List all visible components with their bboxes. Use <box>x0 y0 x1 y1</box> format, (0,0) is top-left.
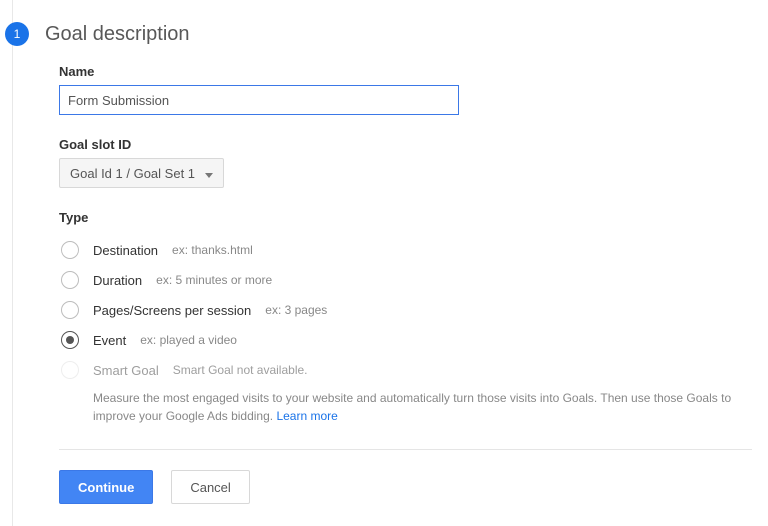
name-section: Name <box>59 64 752 115</box>
slot-selected-value: Goal Id 1 / Goal Set 1 <box>70 166 195 181</box>
option-label: Pages/Screens per session <box>93 303 251 318</box>
continue-button[interactable]: Continue <box>59 470 153 504</box>
smart-goal-desc-text: Measure the most engaged visits to your … <box>93 391 731 423</box>
radio-icon <box>61 361 79 379</box>
radio-icon <box>61 301 79 319</box>
radio-option-destination[interactable]: Destination ex: thanks.html <box>61 235 752 265</box>
option-example: ex: 3 pages <box>265 303 327 317</box>
name-label: Name <box>59 64 752 79</box>
slot-dropdown[interactable]: Goal Id 1 / Goal Set 1 <box>59 158 224 188</box>
divider <box>59 449 752 450</box>
radio-icon <box>61 241 79 259</box>
action-bar: Continue Cancel <box>29 470 752 504</box>
slot-section: Goal slot ID Goal Id 1 / Goal Set 1 <box>59 137 752 188</box>
option-example: ex: played a video <box>140 333 237 347</box>
step-header: 1 Goal description <box>23 22 752 46</box>
chevron-down-icon <box>205 166 213 181</box>
radio-icon <box>61 331 79 349</box>
cancel-button[interactable]: Cancel <box>171 470 249 504</box>
step-title: Goal description <box>45 23 190 46</box>
radio-option-pages[interactable]: Pages/Screens per session ex: 3 pages <box>61 295 752 325</box>
option-label: Smart Goal <box>93 363 159 378</box>
option-label: Duration <box>93 273 142 288</box>
option-example: ex: 5 minutes or more <box>156 273 272 287</box>
form-body: Name Goal slot ID Goal Id 1 / Goal Set 1… <box>29 64 752 425</box>
option-label: Event <box>93 333 126 348</box>
name-input[interactable] <box>59 85 459 115</box>
learn-more-link[interactable]: Learn more <box>276 409 337 423</box>
option-example: ex: thanks.html <box>172 243 253 257</box>
goal-description-section: 1 Goal description Name Goal slot ID Goa… <box>12 0 768 526</box>
radio-option-event[interactable]: Event ex: played a video <box>61 325 752 355</box>
option-example: Smart Goal not available. <box>173 363 308 377</box>
step-number-badge: 1 <box>5 22 29 46</box>
option-label: Destination <box>93 243 158 258</box>
type-label: Type <box>59 210 752 225</box>
radio-option-smart: Smart Goal Smart Goal not available. <box>61 355 752 385</box>
slot-label: Goal slot ID <box>59 137 752 152</box>
smart-goal-description: Measure the most engaged visits to your … <box>93 389 733 425</box>
radio-icon <box>61 271 79 289</box>
type-section: Type Destination ex: thanks.html Duratio… <box>59 210 752 425</box>
radio-option-duration[interactable]: Duration ex: 5 minutes or more <box>61 265 752 295</box>
